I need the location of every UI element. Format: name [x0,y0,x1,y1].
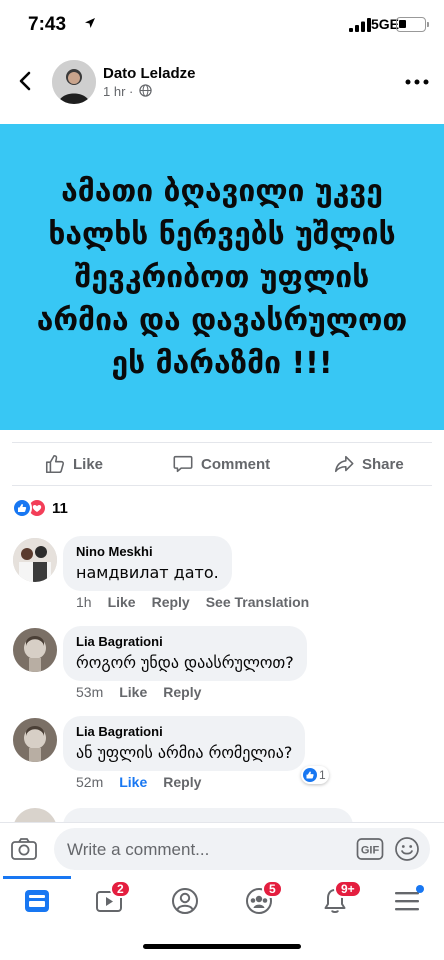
post-text-line: ეს მარაზმი !!! [111,345,333,381]
comment-reaction-count: 1 [319,768,326,782]
comment-actions: 1h Like Reply See Translation [76,594,309,610]
network-type: 5GE [371,16,400,32]
commenter-avatar[interactable] [13,628,57,672]
see-translation-button[interactable]: See Translation [206,594,309,610]
comment-actions: 52m Like Reply [76,774,201,790]
comment-text: როგორ უნდა დაასრულოთ? [76,653,294,672]
post-content: ამათი ბღავილი უკვე ხალხს ნერვებს უშლის შ… [0,124,444,430]
post-text-line: ამათი ბღავილი უკვე [61,173,383,209]
like-reaction-icon [303,768,317,782]
meta-separator: · [129,84,134,99]
commenter-avatar[interactable] [13,538,57,582]
notifications-tab[interactable]: 9+ [320,880,362,916]
comment-actions: 53m Like Reply [76,684,201,700]
groups-badge: 5 [262,880,283,898]
comment-author[interactable]: Lia Bagrationi [76,724,292,739]
battery-icon [396,17,429,32]
comment-reply-button[interactable]: Reply [163,774,201,790]
news-feed-icon[interactable] [22,886,52,916]
author-name[interactable]: Dato Leladze [103,65,196,82]
comment-bubble[interactable]: Lia Bagrationi ან უფლის არმია რომელია? [63,716,306,771]
watch-tab[interactable]: 2 [94,880,131,916]
status-time: 7:43 [28,14,67,35]
comment-text: ან უფლის არმია რომელია? [76,743,293,762]
comment-input[interactable]: Write a comment... GIF [54,828,430,870]
thumbs-up-icon [45,454,65,474]
comment-placeholder: Write a comment... [67,840,210,859]
comment-like-button[interactable]: Like [108,594,136,610]
share-button[interactable]: Share [333,453,404,475]
reactions-summary[interactable]: 11 [12,497,68,519]
comment-composer: Write a comment... GIF [0,822,444,876]
comment-like-button[interactable]: Like [119,684,147,700]
camera-icon[interactable] [10,836,38,862]
comment-time: 52m [76,774,104,790]
watch-badge: 2 [110,880,131,898]
home-indicator [143,944,301,949]
post-text-line: ხალხს ნერვებს უშლის [48,216,396,252]
reaction-count: 11 [52,499,68,517]
divider [12,485,432,486]
signal-bars-icon [349,18,371,32]
commenter-avatar[interactable] [13,718,57,762]
comment-button[interactable]: Comment [172,453,270,475]
comment-label: Comment [201,455,271,473]
emoji-icon[interactable] [394,836,420,862]
comment-author[interactable]: Nino Meskhi [76,544,219,559]
post-timestamp: 1 hr · [103,84,133,99]
post-text-line: შევკრიბოთ უფლის [74,259,370,295]
groups-tab[interactable]: 5 [244,880,283,916]
more-options-icon[interactable] [404,77,430,87]
comment-time: 1h [76,594,92,610]
comment-time: 53m [76,684,104,700]
comment-reply-button[interactable]: Reply [152,594,190,610]
location-arrow-icon [85,18,95,28]
gif-label: GIF [361,845,380,857]
comment-reaction-badge[interactable]: 1 [301,766,329,784]
comment-like-button[interactable]: Like [119,774,147,790]
menu-dot [416,885,424,893]
share-label: Share [362,455,404,473]
post-text: ამათი ბღავილი უკვე ხალხს ნერვებს უშლის შ… [12,170,432,385]
gif-icon[interactable]: GIF [356,837,384,861]
active-tab-indicator [3,876,71,879]
timestamp-text: 1 hr [103,84,126,99]
comment-text: намдвилат дато. [76,563,219,582]
notifications-badge: 9+ [334,880,362,898]
like-reaction-icon [12,498,32,518]
comment-bubble[interactable]: Lia Bagrationi როგორ უნდა დაასრულოთ? [63,626,307,681]
bottom-tab-bar: 2 5 9+ [0,876,444,924]
comment-icon [173,455,193,473]
status-bar: 7:43 5GE [0,0,444,50]
globe-icon [139,84,152,97]
post-actions: Like Comment Share [0,443,444,485]
share-icon [334,455,354,473]
post-text-line: არმია და დავასრულოთ [36,302,408,338]
like-button[interactable]: Like [44,453,103,475]
back-arrow-icon[interactable] [14,69,38,93]
comment-bubble[interactable]: Nino Meskhi намдвилат дато. [63,536,232,591]
profile-icon[interactable] [170,886,200,916]
like-label: Like [73,455,104,473]
author-avatar[interactable] [52,60,96,104]
comment-reply-button[interactable]: Reply [163,684,201,700]
comment-author[interactable]: Lia Bagrationi [76,634,294,649]
post-header: Dato Leladze 1 hr · [0,52,444,114]
